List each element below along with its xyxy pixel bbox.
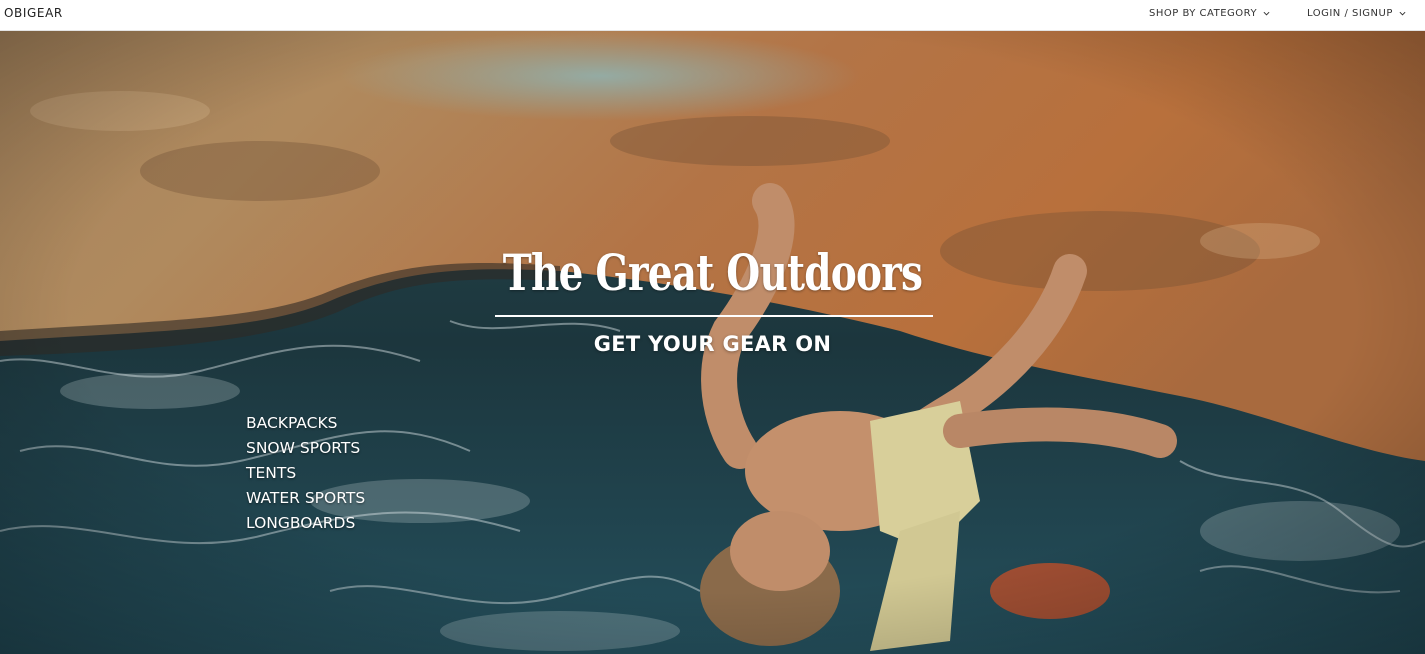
category-link-longboards[interactable]: LONGBOARDS	[246, 513, 365, 538]
category-link-tents[interactable]: TENTS	[246, 463, 365, 488]
shop-by-category-menu[interactable]: SHOP BY CATEGORY	[1149, 8, 1270, 19]
top-navbar: OBIGEAR SHOP BY CATEGORY LOGIN / SIGNUP	[0, 0, 1425, 31]
hero-banner: The Great Outdoors GET YOUR GEAR ON BACK…	[0, 31, 1425, 654]
login-signup-menu[interactable]: LOGIN / SIGNUP	[1307, 8, 1406, 19]
category-link-water-sports[interactable]: WATER SPORTS	[246, 488, 365, 513]
title-divider	[495, 315, 933, 317]
hero-subtitle: GET YOUR GEAR ON	[593, 332, 832, 356]
category-link-backpacks[interactable]: BACKPACKS	[246, 413, 365, 438]
hero-title: The Great Outdoors	[502, 243, 923, 302]
login-signup-label: LOGIN / SIGNUP	[1307, 8, 1393, 19]
chevron-down-icon	[1399, 11, 1406, 16]
category-link-snow-sports[interactable]: SNOW SPORTS	[246, 438, 365, 463]
brand-logo[interactable]: OBIGEAR	[4, 6, 63, 20]
shop-by-category-label: SHOP BY CATEGORY	[1149, 8, 1258, 19]
chevron-down-icon	[1263, 11, 1270, 16]
category-list: BACKPACKS SNOW SPORTS TENTS WATER SPORTS…	[246, 413, 365, 538]
